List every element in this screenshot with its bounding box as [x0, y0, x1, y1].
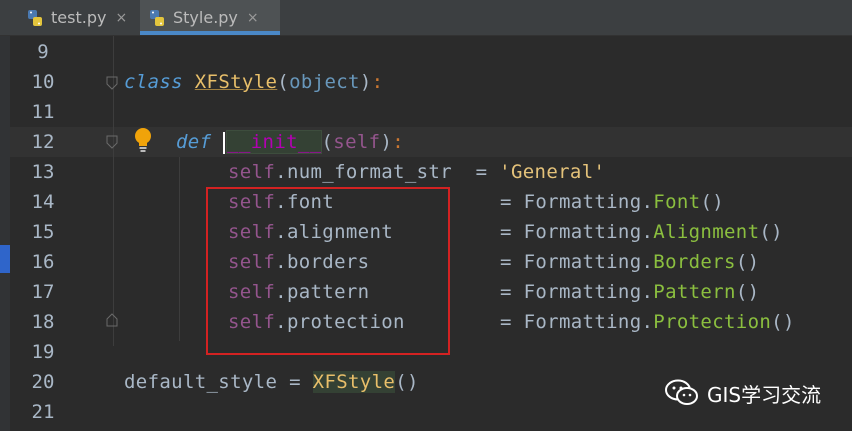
code-line-attr-value[interactable]: = Formatting.Alignment(): [500, 217, 783, 247]
paren: ): [380, 131, 393, 153]
line-number: 21: [31, 401, 55, 423]
paren: ): [359, 71, 372, 93]
line-number: 12: [31, 131, 55, 153]
self-keyword: self: [228, 161, 276, 183]
module: Formatting.: [523, 281, 654, 303]
line-number: 9: [37, 41, 49, 63]
python-file-icon: [150, 9, 164, 26]
assign: =: [500, 251, 512, 273]
line-number: 17: [31, 281, 55, 303]
self-param: self: [333, 131, 381, 153]
paren: (): [771, 311, 795, 333]
paren: (): [759, 221, 783, 243]
tab-style-py[interactable]: Style.py ×: [140, 0, 280, 35]
module: Formatting.: [523, 311, 654, 333]
highlight-annotation-box: [206, 187, 450, 355]
code-line-attr-value[interactable]: = Formatting.Protection(): [500, 307, 795, 337]
colon: :: [392, 131, 405, 153]
assign: =: [500, 311, 512, 333]
call-name: Pattern: [653, 281, 736, 303]
class-name: XFStyle: [194, 71, 278, 93]
paren: (): [735, 281, 760, 303]
line-number: 16: [31, 251, 55, 273]
module: Formatting.: [523, 221, 654, 243]
call-name: Borders: [653, 251, 736, 273]
code-line-class-def[interactable]: class XFStyle(object):: [124, 67, 383, 97]
indent-guide: [179, 157, 180, 341]
keyword: def: [176, 131, 212, 153]
watermark: GIS学习交流: [665, 375, 821, 411]
colon: :: [371, 71, 384, 93]
line-number: 14: [31, 191, 55, 213]
watermark-text: GIS学习交流: [707, 382, 822, 407]
line-number: 11: [31, 101, 55, 123]
call-name: Alignment: [653, 221, 760, 243]
paren: (): [700, 191, 725, 213]
module: Formatting.: [523, 251, 654, 273]
line-number: 10: [31, 71, 55, 93]
assign: =: [475, 161, 488, 183]
line-number: 19: [31, 341, 55, 363]
assign: =: [500, 281, 512, 303]
assign: =: [289, 371, 301, 393]
fold-collapse-icon[interactable]: [106, 76, 118, 90]
fold-end-icon[interactable]: [106, 313, 118, 327]
attribute: .num_format_str: [275, 161, 476, 183]
line-number: 18: [31, 311, 55, 333]
paren: (: [277, 71, 290, 93]
tab-test-py[interactable]: test.py ×: [18, 0, 138, 35]
gutter-change-marker: [0, 245, 10, 273]
lightbulb-icon[interactable]: [132, 126, 154, 154]
paren: (): [735, 251, 760, 273]
call-name: Protection: [653, 311, 772, 333]
method-name: __init__: [226, 130, 323, 154]
editor-tab-bar: test.py × Style.py ×: [0, 0, 852, 36]
code-line-attr-value[interactable]: = Formatting.Pattern(): [500, 277, 759, 307]
base-class: object: [289, 71, 360, 93]
gutter-edge: [0, 36, 10, 431]
code-line-attr-value[interactable]: = Formatting.Borders(): [500, 247, 759, 277]
code-line-init-def[interactable]: def __init__(self):: [176, 127, 404, 157]
fold-collapse-icon[interactable]: [106, 135, 118, 149]
wechat-icon: [665, 379, 698, 405]
text-caret: [223, 131, 226, 154]
tab-label: test.py: [51, 8, 107, 27]
close-tab-icon[interactable]: ×: [115, 10, 127, 26]
code-line-default-style[interactable]: default_style = XFStyle(): [124, 367, 419, 397]
paren: (: [321, 131, 334, 153]
variable: default_style: [124, 371, 278, 393]
python-file-icon: [28, 9, 42, 26]
code-line-attr-value[interactable]: = Formatting.Font(): [500, 187, 724, 217]
call-name: Font: [653, 191, 701, 213]
assign: =: [500, 191, 512, 213]
close-tab-icon[interactable]: ×: [247, 10, 259, 26]
paren: (): [395, 371, 419, 393]
line-number: 20: [31, 371, 55, 393]
active-tab-indicator: [140, 31, 280, 35]
assign: =: [500, 221, 512, 243]
code-line-num-format[interactable]: self.num_format_str = 'General': [228, 157, 605, 187]
tab-label: Style.py: [173, 8, 238, 27]
module: Formatting.: [523, 191, 654, 213]
keyword: class: [124, 71, 183, 93]
line-number: 15: [31, 221, 55, 243]
call-name: XFStyle: [312, 371, 396, 393]
line-number: 13: [31, 161, 55, 183]
string-literal: 'General': [499, 161, 606, 183]
